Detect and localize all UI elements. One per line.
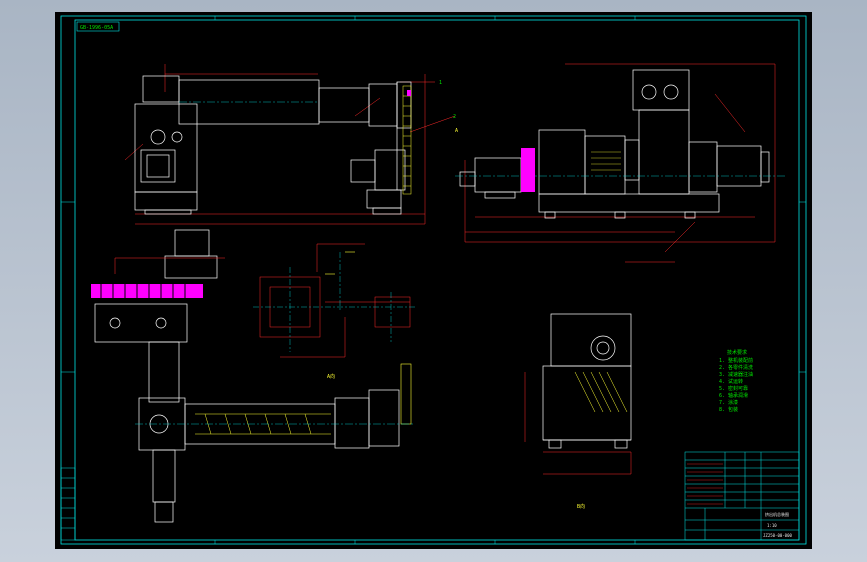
tech-note-line: 3. 减速器注油 bbox=[719, 371, 753, 378]
top-left-extruder-view bbox=[124, 64, 456, 225]
top-left-callouts: 1 2 A bbox=[439, 80, 458, 134]
view-label-right: B向 bbox=[577, 503, 585, 510]
b-view bbox=[524, 313, 632, 475]
top-left-magenta-marker bbox=[407, 90, 411, 96]
tech-note-line: 8. 包装 bbox=[719, 406, 738, 413]
drawing-sheet: GB-1996-05A 1 2 A A向 B向 技术要求 1. 整机装配前 2.… bbox=[55, 12, 812, 549]
top-left-screen-hatch bbox=[402, 85, 412, 195]
bottom-left-head-hatch bbox=[400, 363, 412, 425]
tech-note-line: 7. 涂漆 bbox=[719, 399, 738, 406]
title-block-scale: 1:10 bbox=[767, 523, 777, 528]
top-right-coupling-highlight bbox=[521, 148, 535, 192]
corner-tag: GB-1996-05A bbox=[76, 21, 120, 32]
sheet-border bbox=[60, 15, 807, 545]
cad-drawing: GB-1996-05A 1 2 A A向 B向 技术要求 1. 整机装配前 2.… bbox=[60, 15, 807, 545]
title-block-drawing-name: 挤出机总装图 bbox=[765, 511, 789, 517]
tech-note-line: 5. 密封可靠 bbox=[719, 385, 748, 392]
mid-detail-view bbox=[259, 243, 411, 358]
tech-note-line: 4. 试运转 bbox=[719, 378, 743, 385]
tech-note-line: 2. 各零件清洗 bbox=[719, 364, 753, 371]
tech-notes: 技术要求 1. 整机装配前 2. 各零件清洗 3. 减速器注油 4. 试运转 5… bbox=[719, 349, 753, 413]
bottom-left-plan-view bbox=[94, 229, 400, 523]
view-label-mid: A向 bbox=[327, 373, 335, 380]
callout-2: 2 bbox=[453, 114, 456, 120]
callout-1: 1 bbox=[439, 80, 442, 86]
tech-note-line: 1. 整机装配前 bbox=[719, 357, 753, 364]
tech-note-line: 6. 轴承润滑 bbox=[719, 392, 748, 399]
title-block-sheet-code: JZ250-00-000 bbox=[763, 533, 792, 538]
revision-strip bbox=[60, 467, 76, 541]
top-right-side-view bbox=[455, 63, 785, 263]
tech-notes-heading: 技术要求 bbox=[727, 349, 747, 356]
b-view-hatch bbox=[574, 371, 628, 413]
top-right-hatch bbox=[591, 151, 621, 171]
corner-tag-text: GB-1996-05A bbox=[80, 25, 113, 31]
bottom-left-magenta-gear bbox=[91, 284, 203, 298]
callout-a: A bbox=[455, 128, 458, 134]
